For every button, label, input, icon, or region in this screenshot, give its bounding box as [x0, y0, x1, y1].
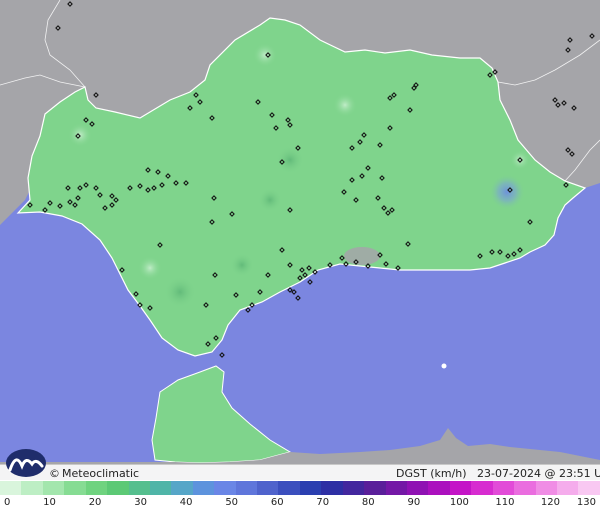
intensity-spot	[258, 188, 282, 212]
scale-tick-label: 110	[495, 497, 515, 508]
scale-tick-label: 80	[361, 497, 375, 508]
meteoclimatic-logo-icon	[6, 449, 46, 477]
scale-tick-label: 30	[134, 497, 147, 508]
scale-swatch	[556, 481, 579, 495]
scale-swatch	[214, 481, 236, 495]
scale-tick-label: 90	[407, 497, 421, 508]
scale-swatch	[364, 481, 386, 495]
variable-and-timestamp: DGST (km/h) 23-07-2024 @ 23:51 UTC	[396, 467, 600, 480]
scale-tick-label: 50	[225, 497, 239, 508]
brand-label: © Meteoclimatic	[49, 467, 139, 480]
intensity-spot	[276, 146, 304, 174]
scale-swatch	[514, 481, 536, 495]
scale-swatch	[21, 481, 43, 495]
intensity-spot	[230, 253, 254, 277]
timestamp-label: 23-07-2024 @ 23:51 UTC	[477, 467, 600, 480]
scale-swatch	[385, 481, 408, 495]
intensity-spot	[510, 150, 530, 170]
scale-tick-label: 60	[270, 497, 284, 508]
scale-tick-label: 130	[576, 497, 596, 508]
intensity-spot	[333, 93, 357, 117]
scale-swatch	[235, 481, 258, 495]
scale-swatch	[492, 481, 515, 495]
intensity-spot	[253, 43, 277, 67]
scale-swatch	[342, 481, 365, 495]
copyright-symbol: ©	[49, 467, 60, 480]
variable-label: DGST (km/h)	[396, 467, 467, 480]
scale-swatch	[64, 481, 86, 495]
alboran-island	[441, 363, 447, 369]
scale-tick-label: 40	[179, 497, 193, 508]
scale-swatch	[578, 481, 600, 495]
scale-swatch	[85, 481, 108, 495]
intensity-spot	[489, 174, 525, 210]
intensity-spot	[164, 276, 196, 308]
scale-swatch	[257, 481, 279, 495]
scale-swatch	[192, 481, 215, 495]
scale-tick-label: 100	[449, 497, 469, 508]
scale-swatch	[171, 481, 193, 495]
scale-swatch	[107, 481, 129, 495]
scale-swatch	[149, 481, 172, 495]
scale-swatch	[299, 481, 322, 495]
scale-swatch	[42, 481, 65, 495]
andalusia-wind-gust-map	[0, 0, 600, 480]
color-scale-bar	[0, 481, 600, 495]
scale-swatch	[449, 481, 472, 495]
scale-swatch	[0, 481, 22, 495]
scale-swatch	[321, 481, 343, 495]
scale-tick-label: 20	[88, 497, 102, 508]
scale-swatch	[128, 481, 150, 495]
intensity-spot	[138, 256, 162, 280]
scale-swatch	[535, 481, 557, 495]
scale-tick-label: 10	[43, 497, 56, 508]
brand-name: Meteoclimatic	[62, 467, 140, 480]
scale-tick-label: 70	[316, 497, 330, 508]
sierra-nevada-area	[344, 247, 380, 265]
color-scale-labels: 0 10 20 30 40 50 60 70 80 90 100 110 120 130	[0, 497, 600, 513]
weather-map-view: © Meteoclimatic DGST (km/h) 23-07-2024 @ …	[0, 0, 600, 517]
scale-tick-label: 0	[4, 497, 11, 508]
scale-swatch	[407, 481, 429, 495]
scale-swatch	[428, 481, 450, 495]
scale-swatch	[278, 481, 300, 495]
scale-swatch	[471, 481, 493, 495]
scale-tick-label: 120	[540, 497, 560, 508]
intensity-spot	[68, 123, 92, 147]
